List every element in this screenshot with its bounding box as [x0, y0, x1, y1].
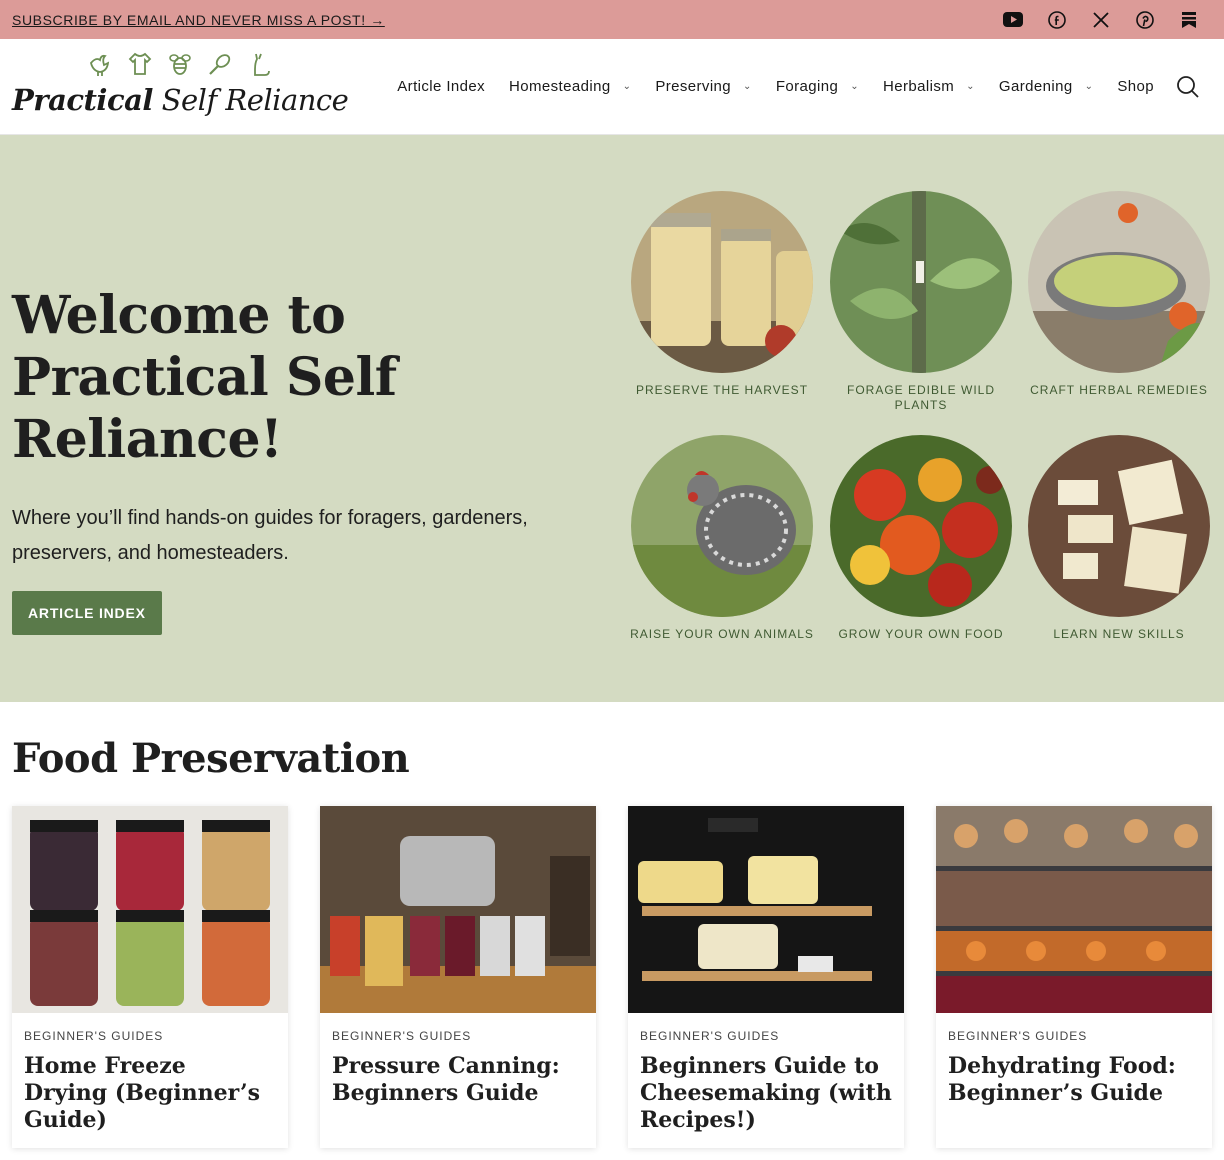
bee-icon	[167, 51, 193, 77]
subscribe-link[interactable]: SUBSCRIBE BY EMAIL AND NEVER MISS A POST…	[12, 12, 385, 28]
category-image-skills	[1028, 435, 1210, 617]
article-title[interactable]: Pressure Canning: Beginners Guide	[332, 1053, 584, 1107]
article-thumbnail	[936, 806, 1212, 1013]
category-preserve[interactable]: PRESERVE THE HARVEST	[623, 191, 821, 398]
article-title[interactable]: Beginners Guide to Cheesemaking (with Re…	[640, 1053, 892, 1134]
chevron-down-icon: ⌄	[743, 81, 752, 92]
category-image-forage	[830, 191, 1012, 373]
nav-item-herbalism[interactable]: Herbalism ⌄	[883, 78, 975, 95]
logo-icons	[87, 51, 273, 77]
article-card[interactable]: BEGINNER'S GUIDES Dehydrating Food: Begi…	[936, 806, 1212, 1148]
article-category[interactable]: BEGINNER'S GUIDES	[332, 1029, 584, 1043]
hero-intro: Welcome to Practical Self Reliance! Wher…	[12, 285, 612, 635]
rooster-icon	[87, 51, 113, 77]
hero-title: Welcome to Practical Self Reliance!	[12, 285, 397, 470]
shirt-icon	[127, 51, 153, 77]
category-image-preserve	[631, 191, 813, 373]
chevron-down-icon: ⌄	[850, 81, 860, 92]
nav-item-shop[interactable]: Shop	[1117, 78, 1154, 95]
category-forage[interactable]: FORAGE EDIBLE WILD PLANTS	[822, 191, 1020, 413]
nav-item-preserving[interactable]: Preserving ⌄	[655, 78, 751, 95]
article-title[interactable]: Home Freeze Drying (Beginner’s Guide)	[24, 1053, 276, 1134]
logo-text-bold: Practical	[12, 82, 153, 117]
youtube-icon[interactable]	[1002, 9, 1024, 31]
logo-wordmark: Practical Self Reliance	[12, 82, 349, 117]
article-card[interactable]: BEGINNER'S GUIDES Home Freeze Drying (Be…	[12, 806, 288, 1148]
article-category[interactable]: BEGINNER'S GUIDES	[640, 1029, 892, 1043]
site-logo[interactable]: Practical Self Reliance	[12, 47, 357, 127]
category-label: PRESERVE THE HARVEST	[635, 383, 809, 397]
nav-label: Herbalism	[883, 78, 955, 95]
nav-label: Foraging	[775, 78, 839, 95]
category-label: CRAFT HERBAL REMEDIES	[1030, 383, 1208, 397]
logo-text-light: Self Reliance	[152, 82, 349, 117]
social-links	[1002, 9, 1212, 31]
chevron-down-icon: ⌄	[1084, 81, 1094, 92]
hero-subtitle: Where you’ll find hands-on guides for fo…	[12, 507, 528, 564]
category-label: GROW YOUR OWN FOOD	[838, 627, 1004, 641]
search-icon[interactable]	[1176, 75, 1200, 99]
pinterest-icon[interactable]	[1134, 9, 1156, 31]
facebook-icon[interactable]	[1046, 9, 1068, 31]
article-title[interactable]: Dehydrating Food: Beginner’s Guide	[948, 1053, 1200, 1107]
whisk-icon	[207, 51, 233, 77]
section-title: Food Preservation	[12, 735, 410, 782]
nav-item-article-index[interactable]: Article Index	[397, 78, 485, 95]
category-image-animals	[631, 435, 813, 617]
article-card[interactable]: BEGINNER'S GUIDES Beginners Guide to Che…	[628, 806, 904, 1148]
subscribe-bar: SUBSCRIBE BY EMAIL AND NEVER MISS A POST…	[0, 0, 1224, 39]
nav-label: Preserving	[655, 78, 732, 95]
nav-label: Shop	[1117, 78, 1154, 95]
main-nav: Article Index Homesteading ⌄ Preserving ⌄ …	[373, 75, 1212, 99]
article-category[interactable]: BEGINNER'S GUIDES	[24, 1029, 276, 1043]
nav-item-homesteading[interactable]: Homesteading ⌄	[509, 78, 631, 95]
chevron-down-icon: ⌄	[966, 81, 975, 92]
article-category[interactable]: BEGINNER'S GUIDES	[948, 1029, 1200, 1043]
article-thumbnail	[628, 806, 904, 1013]
category-label: LEARN NEW SKILLS	[1053, 627, 1185, 641]
nav-item-gardening[interactable]: Gardening ⌄	[999, 78, 1093, 95]
category-skills[interactable]: LEARN NEW SKILLS	[1020, 435, 1218, 642]
article-card[interactable]: BEGINNER'S GUIDES Pressure Canning: Begi…	[320, 806, 596, 1148]
article-thumbnail	[320, 806, 596, 1013]
nav-label: Homesteading	[509, 78, 611, 95]
category-grow[interactable]: GROW YOUR OWN FOOD	[822, 435, 1020, 642]
article-thumbnail	[12, 806, 288, 1013]
category-image-grow	[830, 435, 1012, 617]
nav-label: Gardening	[998, 78, 1073, 95]
nav-label: Article Index	[397, 78, 486, 95]
hero-section: Welcome to Practical Self Reliance! Wher…	[0, 135, 1224, 702]
site-header: Practical Self Reliance Article Index Ho…	[0, 39, 1224, 135]
category-animals[interactable]: RAISE YOUR OWN ANIMALS	[623, 435, 821, 642]
bookmark-icon[interactable]	[1178, 9, 1200, 31]
x-icon[interactable]	[1090, 9, 1112, 31]
chevron-down-icon: ⌄	[622, 81, 632, 92]
nav-item-foraging[interactable]: Foraging ⌄	[776, 78, 859, 95]
category-image-herbal	[1028, 191, 1210, 373]
article-index-button[interactable]: ARTICLE INDEX	[12, 591, 162, 635]
cat-icon	[247, 51, 273, 77]
category-label: RAISE YOUR OWN ANIMALS	[630, 627, 814, 641]
category-herbal[interactable]: CRAFT HERBAL REMEDIES	[1020, 191, 1218, 398]
category-label: FORAGE EDIBLE WILD PLANTS	[846, 383, 996, 412]
